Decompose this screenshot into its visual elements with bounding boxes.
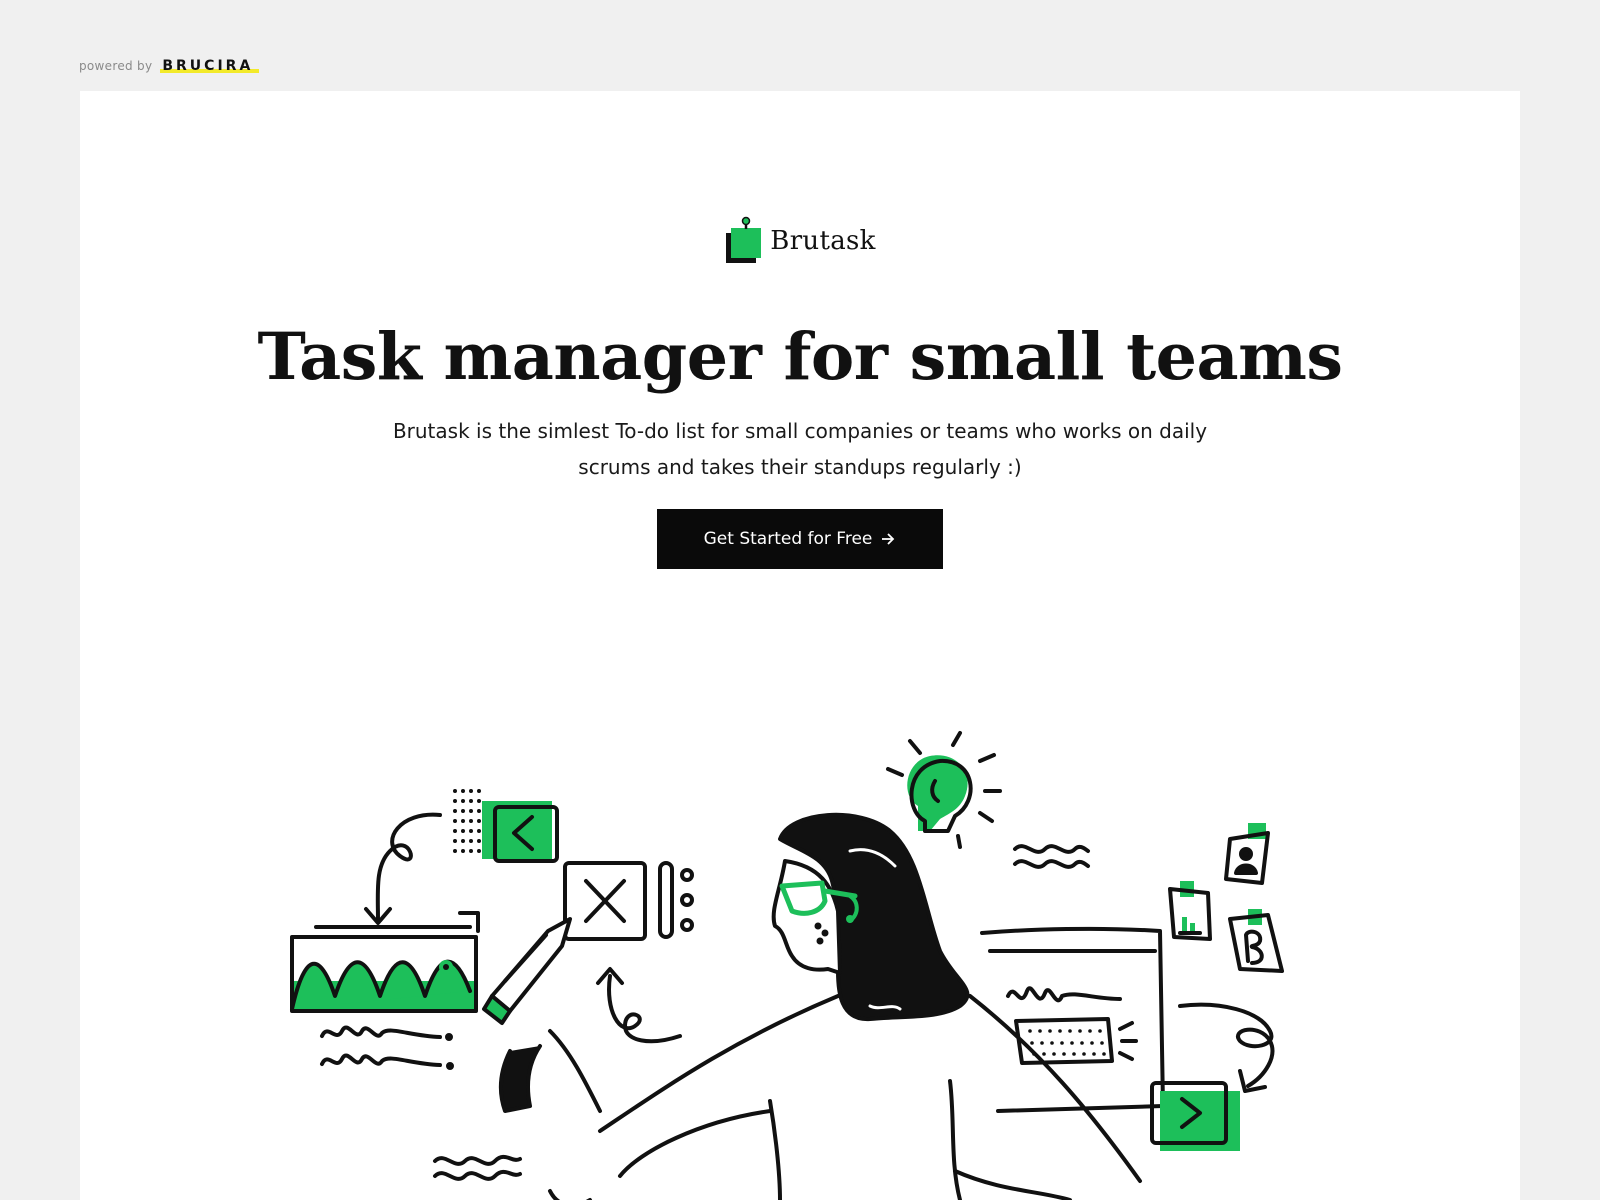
beta-note-icon: [1228, 909, 1284, 973]
chart-window-icon: [290, 911, 480, 1013]
close-window-icon: [563, 861, 647, 941]
powered-by: powered by BRUCIRA: [79, 58, 260, 74]
powered-by-label: powered by: [79, 59, 153, 73]
pencil-icon: [482, 917, 602, 1113]
brucira-logo[interactable]: BRUCIRA: [160, 58, 260, 74]
wave-icon: [433, 1155, 522, 1166]
bar-chart-note-icon: [1168, 881, 1212, 941]
page-title: Task manager for small teams: [257, 319, 1343, 395]
curved-arrow-right-icon: [1178, 1002, 1275, 1088]
brand-logo[interactable]: Brutask: [80, 216, 1520, 266]
landing-card: Brutask Task manager for small teams Bru…: [80, 91, 1520, 1200]
get-started-label: Get Started for Free: [703, 529, 873, 549]
forward-arrow-icon: [1150, 1081, 1240, 1151]
hero-subtitle: Brutask is the simlest To-do list for sm…: [392, 419, 1208, 479]
back-arrow-icon: [482, 801, 559, 863]
brutask-logo-icon: [726, 216, 762, 263]
squiggle-arrow-icon: [607, 974, 682, 1044]
lightbulb-icon: [886, 731, 1002, 849]
curved-arrow-icon: [375, 812, 442, 923]
profile-note-icon: [1224, 823, 1270, 885]
hero-illustration: [290, 731, 1284, 1200]
brand-name: Brutask: [770, 226, 876, 256]
dotted-pattern-icon: [453, 789, 481, 853]
laptop-icon: [980, 926, 1165, 1113]
scribble-icon: [320, 1025, 442, 1039]
get-started-button[interactable]: Get Started for Free: [657, 509, 943, 569]
menu-dots-icon: [658, 861, 694, 939]
arrow-right-icon: [882, 533, 895, 545]
